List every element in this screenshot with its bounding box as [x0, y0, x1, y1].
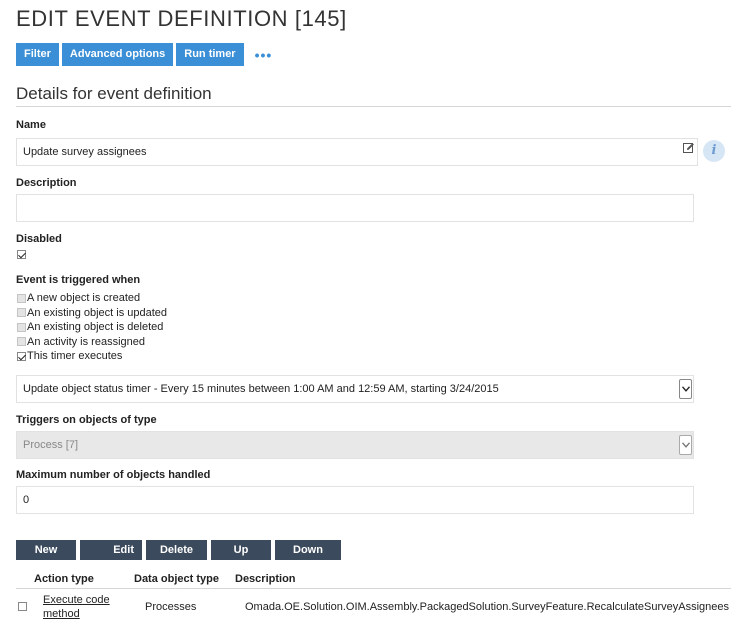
action-bar: New Edit Delete Up Down [16, 540, 341, 560]
table-header: Action type Data object type Description [16, 572, 731, 589]
trigger-option-timer: This timer executes [17, 349, 167, 364]
disabled-label: Disabled [16, 233, 62, 245]
trigger-option-label: A new object is created [27, 292, 141, 305]
new-button[interactable]: New [16, 540, 76, 560]
trigger-list: A new object is created An existing obje… [17, 291, 167, 364]
up-button[interactable]: Up [211, 540, 271, 560]
trigger-label: Event is triggered when [16, 274, 141, 286]
max-objects-label: Maximum number of objects handled [16, 469, 211, 481]
chevron-down-icon [679, 435, 692, 455]
object-type-value: Process [7] [23, 439, 79, 451]
trigger-checkbox-deleted[interactable] [17, 322, 26, 332]
trigger-checkbox-timer[interactable] [17, 351, 26, 361]
description-label: Description [16, 177, 77, 189]
table-row: Execute code method Processes Omada.OE.So… [16, 591, 731, 625]
page-title: EDIT EVENT DEFINITION [145] [16, 6, 347, 31]
advanced-options-button[interactable]: Advanced options [61, 43, 174, 66]
disabled-checkbox[interactable] [17, 250, 26, 259]
trigger-checkbox-created[interactable] [17, 293, 26, 303]
chevron-down-icon[interactable] [679, 379, 692, 399]
column-header-action-type: Action type [34, 573, 94, 585]
delete-button[interactable]: Delete [146, 540, 207, 560]
trigger-option-deleted: An existing object is deleted [17, 320, 167, 335]
section-title: Details for event definition [16, 84, 731, 107]
description-cell: Omada.OE.Solution.OIM.Assembly.PackagedS… [245, 601, 730, 613]
trigger-option-reassigned: An activity is reassigned [17, 335, 167, 350]
down-button[interactable]: Down [275, 540, 341, 560]
description-field[interactable] [16, 194, 694, 222]
trigger-option-label: An existing object is deleted [27, 321, 164, 334]
name-label: Name [16, 119, 46, 131]
more-options-icon[interactable]: ••• [255, 47, 273, 63]
column-header-description: Description [235, 573, 296, 585]
trigger-checkbox-reassigned[interactable] [17, 337, 26, 347]
edit-button[interactable]: Edit [80, 540, 142, 560]
timer-select[interactable]: Update object status timer - Every 15 mi… [16, 375, 694, 403]
run-timer-button[interactable]: Run timer [176, 43, 244, 66]
trigger-checkbox-updated[interactable] [17, 308, 26, 318]
data-object-type-cell: Processes [145, 601, 197, 613]
trigger-option-updated: An existing object is updated [17, 306, 167, 321]
filter-button[interactable]: Filter [16, 43, 59, 66]
toolbar: Filter Advanced options Run timer ••• [16, 43, 272, 66]
edit-icon[interactable] [683, 142, 695, 154]
trigger-option-label: This timer executes [27, 350, 123, 363]
trigger-option-created: A new object is created [17, 291, 167, 306]
name-field[interactable]: Update survey assignees [16, 138, 698, 166]
max-objects-field[interactable]: 0 [16, 486, 694, 514]
timer-select-value: Update object status timer - Every 15 mi… [23, 383, 499, 395]
trigger-option-label: An activity is reassigned [27, 335, 145, 348]
object-type-label: Triggers on objects of type [16, 414, 157, 426]
action-type-cell: Execute code method [43, 593, 110, 621]
column-header-data-object-type: Data object type [134, 573, 219, 585]
row-select-checkbox[interactable] [18, 602, 27, 611]
info-icon[interactable]: i [703, 140, 725, 162]
action-type-link[interactable]: Execute code method [43, 594, 110, 620]
trigger-option-label: An existing object is updated [27, 306, 168, 319]
object-type-select: Process [7] [16, 431, 694, 459]
